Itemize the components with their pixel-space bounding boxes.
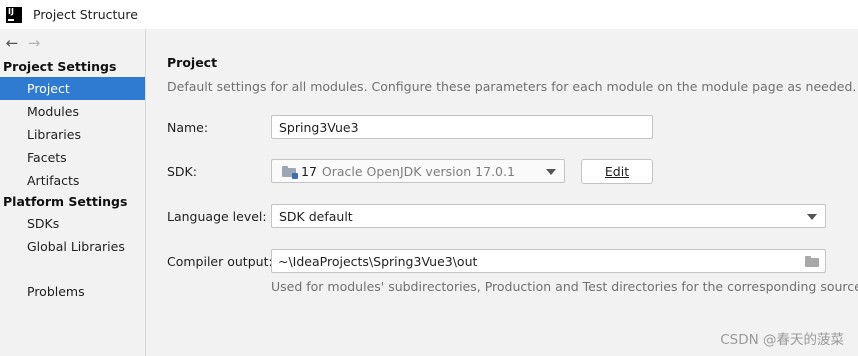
intellij-logo-icon: IJ [6, 6, 22, 23]
edit-sdk-button[interactable]: Edit [581, 159, 653, 184]
sidebar-item-project[interactable]: Project [0, 77, 145, 100]
sidebar-item-artifacts[interactable]: Artifacts [0, 169, 145, 192]
project-settings-panel: Project Default settings for all modules… [147, 29, 858, 356]
chevron-down-icon [546, 169, 556, 175]
window-title: Project Structure [33, 7, 138, 22]
forward-arrow-icon[interactable]: → [23, 34, 45, 52]
sidebar-item-facets[interactable]: Facets [0, 146, 145, 169]
logo-text: IJ [8, 6, 14, 16]
sdk-folder-icon [282, 165, 298, 179]
name-input[interactable]: Spring3Vue3 [271, 115, 653, 139]
sdk-version: 17 [301, 163, 317, 179]
language-level-label: Language level: [167, 209, 267, 224]
compiler-output-label: Compiler output: [167, 254, 273, 269]
project-settings-header: Project Settings [3, 59, 117, 74]
platform-settings-header: Platform Settings [3, 194, 128, 209]
sdk-value: Oracle OpenJDK version 17.0.1 [321, 163, 515, 179]
sdk-dropdown[interactable]: 17 Oracle OpenJDK version 17.0.1 [271, 159, 565, 183]
name-label: Name: [167, 120, 209, 135]
title-bar: IJ Project Structure [0, 0, 858, 29]
page-title: Project [167, 55, 218, 70]
sidebar-item-libraries[interactable]: Libraries [0, 123, 145, 146]
sidebar-item-sdks[interactable]: SDKs [0, 212, 145, 235]
edit-button-label: Edit [604, 164, 630, 179]
watermark: CSDN @春天的菠菜 [720, 332, 844, 348]
sidebar-item-modules[interactable]: Modules [0, 100, 145, 123]
language-level-dropdown[interactable]: SDK default [271, 204, 826, 228]
language-level-value: SDK default [279, 208, 353, 224]
compiler-output-value: ~\IdeaProjects\Spring3Vue3\out [278, 253, 478, 269]
compiler-output-input[interactable]: ~\IdeaProjects\Spring3Vue3\out [271, 249, 826, 273]
sdk-label: SDK: [167, 164, 197, 179]
name-input-value: Spring3Vue3 [279, 119, 359, 135]
chevron-down-icon [807, 214, 817, 220]
page-description: Default settings for all modules. Config… [167, 79, 857, 94]
back-arrow-icon[interactable]: ← [1, 34, 23, 52]
sidebar-item-problems[interactable]: Problems [0, 280, 145, 303]
navigation-bar: ← → [0, 29, 145, 57]
compiler-output-hint: Used for modules' subdirectories, Produc… [271, 279, 858, 294]
sidebar-item-global-libraries[interactable]: Global Libraries [0, 235, 145, 258]
sidebar: ← → Project Settings Project Modules Lib… [0, 29, 146, 356]
browse-folder-icon[interactable] [805, 256, 819, 267]
